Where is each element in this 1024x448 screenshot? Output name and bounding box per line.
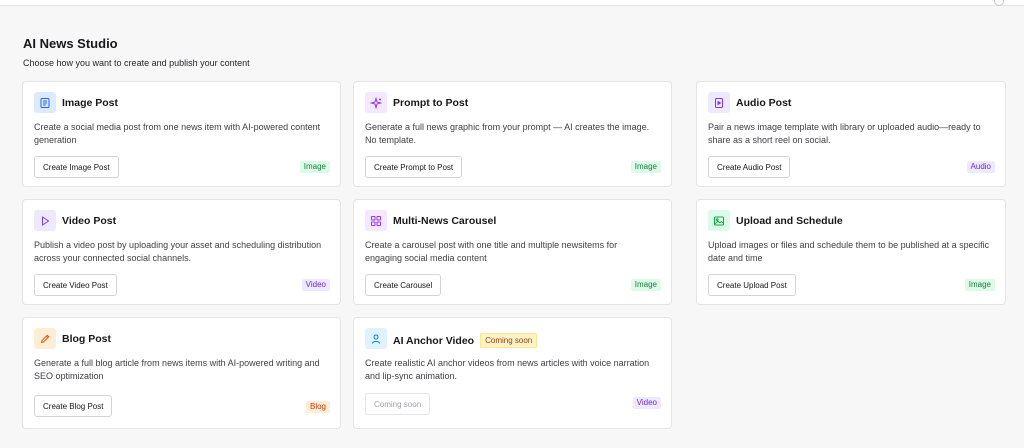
page-subtitle: Choose how you want to create and publis… xyxy=(23,58,250,68)
card-title: Multi-News Carousel xyxy=(393,215,496,227)
grid-icon xyxy=(365,210,387,231)
card-description: Create a social media post from one news… xyxy=(34,122,321,145)
card-title: Prompt to Post xyxy=(393,97,468,109)
card-multi-news-carousel: Multi-News Carousel Create a carousel po… xyxy=(353,199,672,305)
card-description: Generate a full news graphic from your p… xyxy=(365,122,650,145)
user-icon xyxy=(365,328,387,349)
type-tag: Audio xyxy=(966,161,995,173)
image-icon xyxy=(708,210,730,231)
document-icon xyxy=(34,92,56,113)
type-tag: Video xyxy=(301,279,330,291)
create-blog-post-button[interactable]: Create Blog Post xyxy=(34,395,113,417)
play-file-icon xyxy=(708,92,730,113)
card-title-text: Video Post xyxy=(62,215,117,227)
create-image-post-button[interactable]: Create Image Post xyxy=(34,156,119,178)
card-title-text: Blog Post xyxy=(62,333,111,345)
card-title-text: Multi-News Carousel xyxy=(393,215,497,227)
type-tag: Image xyxy=(630,161,661,173)
card-description: Create realistic AI anchor videos from n… xyxy=(365,358,650,381)
pencil-icon xyxy=(34,328,56,349)
card-upload-and-schedule: Upload and Schedule Upload images or fil… xyxy=(696,199,1006,305)
card-description: Pair a news image template with library … xyxy=(708,122,981,145)
card-title-text: Upload and Schedule xyxy=(736,215,843,227)
card-image-post: Image Post Create a social media post fr… xyxy=(22,81,341,187)
type-tag: Image xyxy=(964,279,995,291)
card-description: Publish a video post by uploading your a… xyxy=(34,240,322,263)
page-header: AI News Studio Choose how you want to cr… xyxy=(23,37,250,69)
create-upload-post-button[interactable]: Create Upload Post xyxy=(708,274,796,296)
card-audio-post: Audio Post Pair a news image template wi… xyxy=(696,81,1006,187)
create-prompt-to-post-button[interactable]: Create Prompt to Post xyxy=(365,156,463,178)
card-description: Create a carousel post with one title an… xyxy=(365,240,618,263)
card-title: Video Post xyxy=(62,215,116,227)
card-title-text: Prompt to Post xyxy=(393,97,469,109)
corner-indicator xyxy=(994,0,1004,6)
card-ai-anchor-video: AI Anchor Video Coming soon Create reali… xyxy=(353,317,672,429)
card-description: Upload images or files and schedule them… xyxy=(708,240,990,263)
card-title: Upload and Schedule xyxy=(736,215,843,227)
card-title: Audio Post xyxy=(736,97,791,109)
create-carousel-button[interactable]: Create Carousel xyxy=(365,274,442,296)
card-title: Image Post xyxy=(62,97,118,109)
card-prompt-to-post: Prompt to Post Generate a full news grap… xyxy=(353,81,672,187)
card-description: Generate a full blog article from news i… xyxy=(34,358,320,381)
sparkle-icon xyxy=(365,92,387,113)
coming-soon-button[interactable]: Coming soon xyxy=(365,393,431,415)
card-title-text: Audio Post xyxy=(736,97,792,109)
card-video-post: Video Post Publish a video post by uploa… xyxy=(22,199,341,305)
page-title: AI News Studio xyxy=(23,36,118,51)
card-blog-post: Blog Post Generate a full blog article f… xyxy=(22,317,341,429)
create-audio-post-button[interactable]: Create Audio Post xyxy=(708,156,791,178)
coming-soon-badge: Coming soon xyxy=(480,333,538,348)
type-tag: Video xyxy=(632,397,661,409)
play-icon xyxy=(34,210,56,231)
type-tag: Image xyxy=(299,161,330,173)
create-video-post-button[interactable]: Create Video Post xyxy=(34,274,117,296)
card-title-text: AI Anchor Video xyxy=(393,334,475,347)
card-title: Blog Post xyxy=(62,333,111,345)
type-tag: Blog xyxy=(305,401,330,413)
top-bar xyxy=(0,0,1024,6)
card-title-text: Image Post xyxy=(62,97,119,109)
card-title: AI Anchor Video Coming soon xyxy=(393,333,538,348)
type-tag: Image xyxy=(630,279,661,291)
